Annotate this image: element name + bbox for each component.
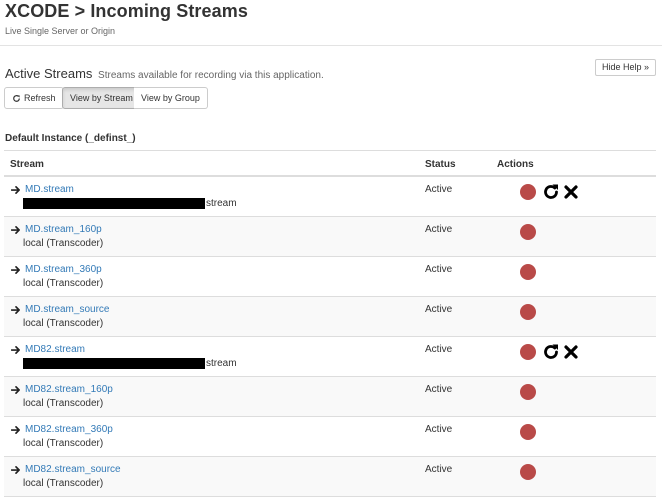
reset-icon[interactable] [542, 343, 560, 361]
table-body: MD.stream stream Active MD.stream_160p local… [4, 177, 656, 497]
record-icon[interactable] [520, 304, 536, 320]
stream-origin: local (Transcoder) [23, 398, 103, 409]
stream-origin-text: local (Transcoder) [23, 438, 104, 449]
record-icon[interactable] [520, 344, 536, 360]
hide-help-button[interactable]: Hide Help » [594, 59, 656, 76]
arrow-right-icon [11, 186, 20, 194]
stream-origin: stream [23, 198, 237, 209]
stream-status: Active [425, 424, 453, 435]
stream-origin-text: local (Transcoder) [23, 318, 104, 329]
section-title: Active Streams Streams available for rec… [5, 66, 324, 81]
stream-name-link[interactable]: MD82.stream [25, 344, 85, 355]
stream-name-link[interactable]: MD.stream [25, 184, 74, 195]
remove-icon[interactable] [564, 185, 578, 199]
stream-origin: local (Transcoder) [23, 478, 103, 489]
stream-name-link[interactable]: MD82.stream_source [25, 464, 121, 475]
view-by-group-button[interactable]: View by Group [134, 87, 208, 109]
record-icon[interactable] [520, 424, 536, 440]
table-header: Stream Status Actions [4, 150, 656, 177]
stream-status: Active [425, 184, 453, 195]
stream-status: Active [425, 304, 453, 315]
column-header-status: Status [425, 159, 456, 170]
arrow-right-icon [11, 386, 20, 394]
stream-origin-text: local (Transcoder) [23, 238, 104, 249]
refresh-button[interactable]: Refresh [4, 87, 64, 109]
stream-status: Active [425, 264, 453, 275]
record-icon[interactable] [520, 464, 536, 480]
hide-help-label: Hide Help » [601, 62, 649, 72]
instance-title: Default Instance (_definst_) [5, 133, 136, 144]
arrow-right-icon [11, 226, 20, 234]
stream-origin-text: local (Transcoder) [23, 478, 104, 489]
table-row: MD82.stream_sourcelocal (Transcoder) Acti… [4, 457, 656, 497]
stream-origin-text: local (Transcoder) [23, 278, 104, 289]
table-row: MD.stream_360plocal (Transcoder) Active [4, 257, 656, 297]
stream-name-link[interactable]: MD.stream_source [25, 304, 109, 315]
arrow-right-icon [11, 346, 20, 354]
stream-name-link[interactable]: MD.stream_160p [25, 224, 102, 235]
table-row: MD.stream_160plocal (Transcoder) Active [4, 217, 656, 257]
stream-status: Active [425, 464, 453, 475]
streams-table: Stream Status Actions MD.stream stream Act… [4, 150, 656, 497]
table-row: MD82.stream_360plocal (Transcoder) Active [4, 417, 656, 457]
page-title: XCODE > Incoming Streams [5, 1, 248, 21]
stream-status: Active [425, 344, 453, 355]
table-row: MD82.stream stream Active [4, 337, 656, 377]
section-description: Streams available for recording via this… [98, 70, 324, 81]
section-heading: Active Streams [5, 66, 93, 81]
stream-origin-text: local (Transcoder) [23, 398, 104, 409]
record-icon[interactable] [520, 384, 536, 400]
arrow-right-icon [11, 306, 20, 314]
page-subtitle: Live Single Server or Origin [5, 26, 116, 36]
arrow-right-icon [11, 426, 20, 434]
table-row: MD82.stream_160plocal (Transcoder) Active [4, 377, 656, 417]
stream-origin: local (Transcoder) [23, 438, 103, 449]
stream-name-link[interactable]: MD82.stream_360p [25, 424, 113, 435]
stream-origin: local (Transcoder) [23, 238, 103, 249]
record-icon[interactable] [520, 224, 536, 240]
redacted-block [23, 198, 205, 209]
stream-origin-text: stream [206, 198, 237, 209]
header-divider [0, 45, 662, 46]
reset-icon[interactable] [542, 183, 560, 201]
column-header-actions: Actions [497, 159, 534, 170]
stream-status: Active [425, 384, 453, 395]
stream-origin: local (Transcoder) [23, 278, 103, 289]
remove-icon[interactable] [564, 345, 578, 359]
stream-origin: local (Transcoder) [23, 318, 103, 329]
column-header-stream: Stream [10, 159, 44, 170]
stream-name-link[interactable]: MD82.stream_160p [25, 384, 113, 395]
redacted-block [23, 358, 205, 369]
table-row: MD.stream stream Active [4, 177, 656, 217]
stream-origin-text: stream [206, 358, 237, 369]
record-icon[interactable] [520, 184, 536, 200]
arrow-right-icon [11, 266, 20, 274]
refresh-label: Refresh [24, 93, 56, 103]
arrow-right-icon [11, 466, 20, 474]
stream-status: Active [425, 224, 453, 235]
refresh-icon [13, 94, 20, 102]
table-row: MD.stream_sourcelocal (Transcoder) Active [4, 297, 656, 337]
stream-name-link[interactable]: MD.stream_360p [25, 264, 102, 275]
stream-origin: stream [23, 358, 237, 369]
record-icon[interactable] [520, 264, 536, 280]
view-by-stream-button[interactable]: View by Stream [62, 87, 141, 109]
view-by-stream-label: View by Stream [70, 93, 133, 103]
view-by-group-label: View by Group [141, 93, 200, 103]
